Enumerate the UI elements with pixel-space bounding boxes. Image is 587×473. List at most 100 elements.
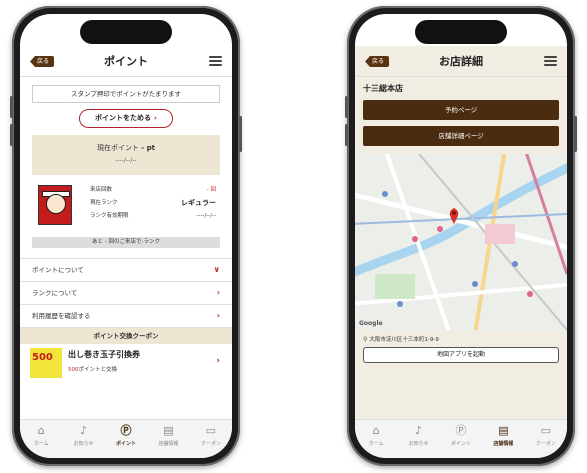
pin-icon: ⚲	[363, 336, 368, 343]
tab-home[interactable]: ⌂ ホーム	[20, 420, 62, 458]
point-card-icon: Ⓟ	[455, 424, 467, 437]
current-points-box: 現在ポイント - pt ----/--/--	[32, 135, 220, 175]
menu-history-label: 利用履歴を確認する	[32, 312, 91, 320]
points-content: スタンプ押印でポイントがたまります ポイントをためる › 現在ポイント - pt …	[20, 77, 232, 420]
tab-news-label: お知らせ	[408, 441, 429, 447]
tab-points-label: ポイント	[116, 441, 137, 447]
tab-bar: ⌂ ホーム ♪ お知らせ Ⓟ ポイント ▤ 店舗情報 ▭ クーポン	[355, 419, 567, 458]
current-points-label: 現在ポイント	[97, 144, 140, 152]
menu-about-points[interactable]: ポイントについて ∨	[20, 258, 232, 282]
tab-coupon[interactable]: ▭ クーポン	[190, 420, 232, 458]
header: 戻る お店詳細	[355, 46, 567, 77]
chevron-right-icon: ›	[216, 311, 220, 320]
store-map[interactable]: Google	[355, 154, 567, 330]
store-icon: ▤	[498, 424, 509, 437]
menu-about-points-label: ポイントについて	[32, 266, 84, 274]
tab-home[interactable]: ⌂ ホーム	[355, 420, 397, 458]
stamp-note: スタンプ押印でポイントがたまります	[32, 85, 220, 103]
point-card-icon: Ⓟ	[120, 424, 132, 437]
tab-points[interactable]: Ⓟ ポイント	[105, 420, 147, 458]
tab-news[interactable]: ♪ お知らせ	[62, 420, 104, 458]
tab-store[interactable]: ▤ 店舗情報	[482, 420, 524, 458]
screen-points: 戻る ポイント スタンプ押印でポイントがたまります ポイントをためる › 現在ポイ…	[20, 14, 232, 458]
hamburger-menu-icon[interactable]	[209, 56, 222, 66]
store-address-text: 大阪市淀川区十三本町1-9-9	[369, 337, 439, 343]
tab-coupon[interactable]: ▭ クーポン	[525, 420, 567, 458]
visits-label: 来店回数	[90, 187, 113, 193]
rank-value: レギュラー	[181, 199, 216, 207]
page-title: ポイント	[104, 55, 148, 68]
coupon-item[interactable]: 500 出し巻き玉子引換券 500ポイントと交換 ›	[20, 344, 232, 382]
mascot-avatar	[38, 185, 72, 225]
coupon-section-title: ポイント交換クーポン	[20, 328, 232, 344]
menu-about-rank-label: ランクについて	[32, 289, 78, 297]
map-graphic	[355, 154, 567, 330]
coupon-points: 500ポイントと交換	[68, 365, 117, 373]
visits-value: - 回	[206, 187, 216, 193]
google-logo: Google	[359, 320, 383, 327]
tab-news[interactable]: ♪ お知らせ	[397, 420, 439, 458]
volume-down-button	[345, 124, 348, 146]
notch	[80, 20, 172, 44]
coupon-title: 出し巻き玉子引換券	[68, 350, 140, 359]
next-rank-note: あと - 回のご来店で-ランク	[32, 237, 220, 248]
volume-up-button	[345, 96, 348, 118]
page-title: お店詳細	[439, 55, 483, 68]
collect-points-button[interactable]: ポイントをためる ›	[79, 109, 173, 128]
tab-home-label: ホーム	[368, 441, 384, 447]
tab-store-label: 店舗情報	[158, 441, 179, 447]
bell-icon: ♪	[80, 424, 88, 437]
tab-coupon-label: クーポン	[535, 441, 556, 447]
notch	[415, 20, 507, 44]
volume-down-button	[10, 124, 13, 146]
rank-card: 来店回数 - 回 現在ランク レギュラー ランク有効期限 ----/--/--	[32, 181, 220, 237]
store-content: 十三総本店 予約ページ 店舗詳細ページ Google ⚲ 大阪市淀川区十三本町1…	[355, 77, 567, 420]
collect-points-label: ポイントをためる	[95, 114, 152, 122]
coupon-image: 500	[30, 348, 62, 378]
home-icon: ⌂	[37, 424, 45, 437]
hamburger-menu-icon[interactable]	[544, 56, 557, 66]
coupon-points-suffix: ポイントと交換	[78, 367, 118, 373]
open-map-app-button[interactable]: 地図アプリを起動	[363, 347, 559, 363]
tab-points-label: ポイント	[451, 441, 472, 447]
phone-left: 戻る ポイント スタンプ押印でポイントがたまります ポイントをためる › 現在ポイ…	[10, 6, 242, 466]
store-details-button[interactable]: 店舗詳細ページ	[363, 126, 559, 146]
power-button	[239, 116, 242, 152]
tab-bar: ⌂ ホーム ♪ お知らせ Ⓟ ポイント ▤ 店舗情報 ▭ クーポン	[20, 419, 232, 458]
menu-about-rank[interactable]: ランクについて ›	[20, 282, 232, 305]
store-icon: ▤	[163, 424, 174, 437]
tab-coupon-label: クーポン	[200, 441, 221, 447]
coupon-points-value: 500	[68, 367, 79, 373]
tab-store-label: 店舗情報	[493, 441, 514, 447]
coupon-icon: ▭	[540, 424, 552, 437]
rank-expiry-value: ----/--/--	[196, 213, 216, 219]
coupon-image-text: 500	[32, 352, 53, 363]
chevron-right-icon: ›	[216, 356, 220, 366]
tab-home-label: ホーム	[33, 441, 49, 447]
volume-up-button	[10, 96, 13, 118]
store-address: ⚲ 大阪市淀川区十三本町1-9-9	[355, 330, 567, 343]
coupon-icon: ▭	[205, 424, 217, 437]
tab-store[interactable]: ▤ 店舗情報	[147, 420, 189, 458]
store-name: 十三総本店	[363, 84, 403, 93]
rank-expiry-row: ランク有効期限 ----/--/--	[90, 211, 216, 222]
bell-icon: ♪	[415, 424, 423, 437]
header: 戻る ポイント	[20, 46, 232, 77]
rank-expiry-label: ランク有効期限	[90, 213, 129, 219]
rank-label: 現在ランク	[90, 200, 118, 206]
phone-right: 戻る お店詳細 十三総本店 予約ページ 店舗詳細ページ Google ⚲ 大阪市…	[345, 6, 577, 466]
reserve-button[interactable]: 予約ページ	[363, 100, 559, 120]
rank-row: 現在ランク レギュラー	[90, 198, 216, 209]
power-button	[574, 116, 577, 152]
home-icon: ⌂	[372, 424, 380, 437]
tab-news-label: お知らせ	[73, 441, 94, 447]
points-date: ----/--/--	[115, 157, 137, 164]
tab-points[interactable]: Ⓟ ポイント	[440, 420, 482, 458]
menu-history[interactable]: 利用履歴を確認する ›	[20, 305, 232, 328]
chevron-right-icon: ›	[216, 288, 220, 297]
chevron-right-icon: ›	[154, 114, 157, 122]
chevron-down-icon: ∨	[213, 265, 221, 274]
visits-row: 来店回数 - 回	[90, 185, 216, 196]
current-points-value: - pt	[141, 144, 155, 152]
screen-store-detail: 戻る お店詳細 十三総本店 予約ページ 店舗詳細ページ Google ⚲ 大阪市…	[355, 14, 567, 458]
